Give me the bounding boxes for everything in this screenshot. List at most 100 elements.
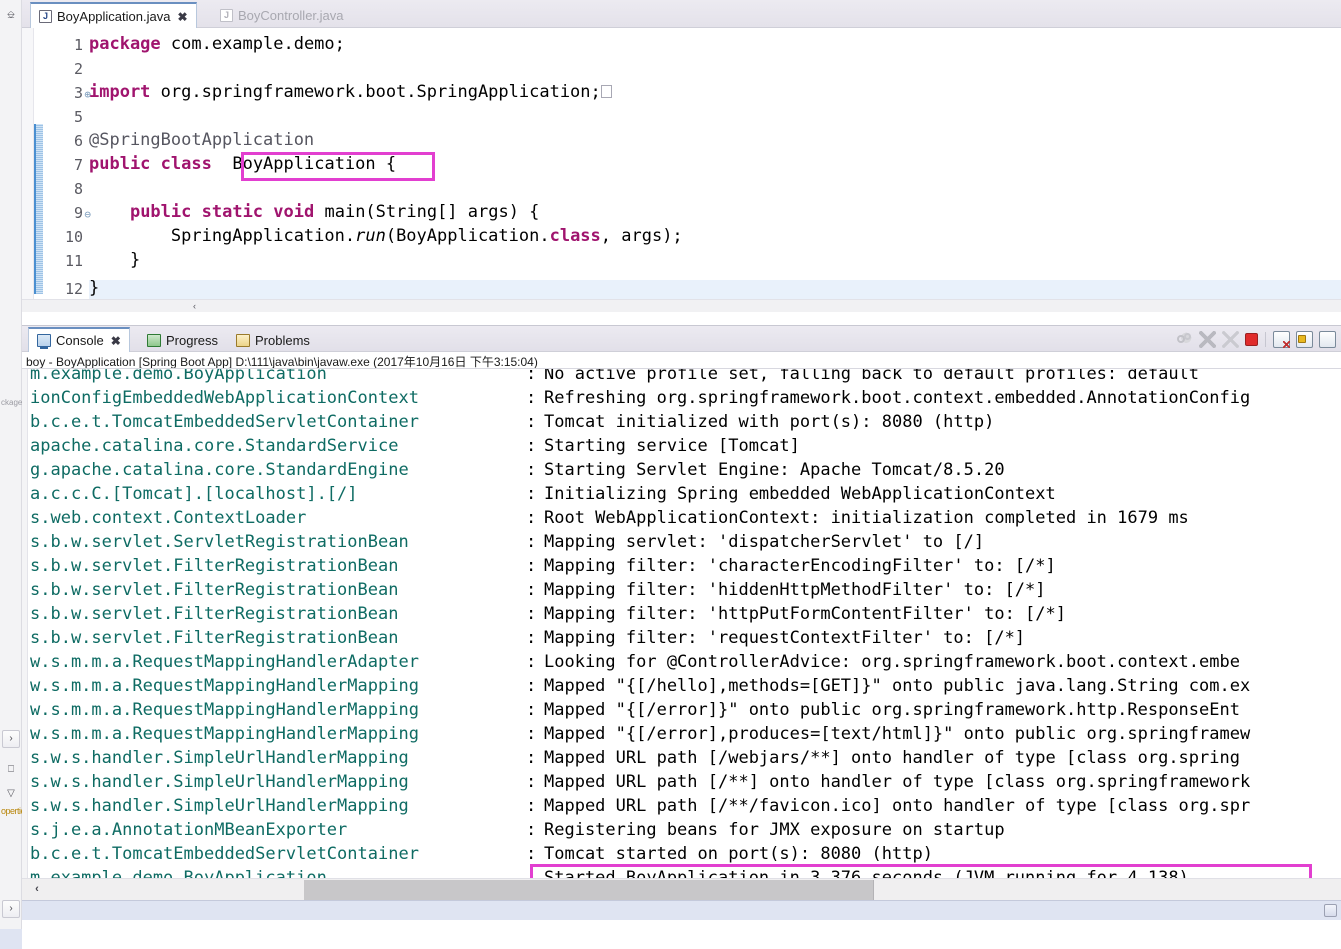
keyword-void: void (273, 202, 315, 222)
log-logger: g.apache.catalina.core.StandardEngine (30, 460, 409, 480)
close-icon[interactable]: ✖ (111, 334, 121, 348)
code-line-1-rest: com.example.demo; (160, 34, 345, 54)
remove-all-terminated-icon[interactable] (1222, 330, 1239, 348)
keyword-static: static (201, 202, 264, 222)
log-message: Starting service [Tomcat] (544, 436, 800, 456)
log-colon: : (526, 412, 537, 432)
scroll-lock-icon[interactable] (1296, 330, 1313, 348)
code-line-6: @SpringBootApplication (89, 130, 314, 150)
log-message: Mapped "{[/hello],methods=[GET]}" onto p… (544, 676, 1251, 696)
line-number: 10 (64, 228, 83, 246)
collapsed-imports-box-icon[interactable] (600, 85, 612, 98)
log-message: Mapping filter: 'httpPutFormContentFilte… (544, 604, 1066, 624)
log-colon: : (526, 820, 537, 840)
console-output[interactable]: m.example.demo.BoyApplication: No active … (22, 369, 1341, 920)
code-line-9: public static void main(String[] args) { (89, 202, 539, 222)
log-colon: : (526, 844, 537, 864)
close-icon[interactable]: ✖ (177, 10, 187, 24)
log-colon: : (526, 484, 537, 504)
editor-tab-boyapplication[interactable]: J BoyApplication.java ✖ (30, 2, 197, 29)
indent9 (89, 202, 130, 222)
terminate-icon[interactable] (1245, 332, 1258, 346)
log-message: Tomcat initialized with port(s): 8080 (h… (544, 412, 995, 432)
console-icon (37, 334, 51, 349)
terminate-and-relaunch-icon[interactable] (1176, 330, 1193, 348)
clear-console-icon[interactable] (1273, 330, 1290, 348)
remove-launch-icon[interactable] (1199, 330, 1216, 348)
log-colon: : (526, 796, 537, 816)
log-message: Mapped URL path [/**/favicon.ico] onto h… (544, 796, 1251, 816)
log-colon: : (526, 556, 537, 576)
annotation-springbootapplication: @SpringBootApplication (89, 130, 315, 150)
memory-indicator-icon[interactable] (1324, 904, 1337, 917)
keyword-package: package (89, 34, 161, 54)
log-colon: : (526, 460, 537, 480)
log-message: Mapping filter: 'requestContextFilter' t… (544, 628, 1026, 648)
keyword-class: class (160, 154, 212, 174)
code-line-10-a: SpringApplication. (89, 226, 356, 246)
tab-console[interactable]: Console ✖ (28, 327, 130, 352)
editor-tab-label: BoyApplication.java (57, 9, 171, 24)
line-number: 12 (64, 280, 83, 298)
editor-tab-bar: J BoyApplication.java ✖ J BoyController.… (22, 0, 1341, 29)
java-element-range-indicator (34, 124, 43, 294)
tab-problems[interactable]: Problems (228, 328, 318, 352)
line-number: 7 (73, 156, 83, 174)
log-logger: w.s.m.m.a.RequestMappingHandlerAdapter (30, 652, 419, 672)
console-hscroll-thumb[interactable] (304, 880, 874, 900)
code-line-9-rest: main(String[] args) { (314, 202, 540, 222)
tab-progress[interactable]: Progress (139, 328, 226, 352)
log-logger: s.b.w.servlet.FilterRegistrationBean (30, 604, 399, 624)
status-bar (22, 900, 1341, 920)
log-colon: : (526, 676, 537, 696)
console-part: Console ✖ Progress Problems boy - BoyApp… (22, 325, 1341, 949)
log-logger: b.c.e.t.TomcatEmbeddedServletContainer (30, 412, 419, 432)
log-message: Mapped URL path [/**] onto handler of ty… (544, 772, 1251, 792)
code-line-1: package com.example.demo; (89, 34, 345, 54)
scroll-left-icon[interactable]: ‹ (188, 300, 201, 312)
code-line-10-b: (BoyApplication. (385, 226, 550, 246)
restore-perspective-icon[interactable]: ⎒ (3, 8, 19, 24)
outline-view-icon[interactable]: ⎕ (3, 762, 19, 778)
expand-rail-button-bottom[interactable]: › (2, 900, 20, 918)
line-number: 8 (73, 180, 83, 198)
log-logger: s.w.s.handler.SimpleUrlHandlerMapping (30, 748, 409, 768)
minimize-icon[interactable]: ▽ (3, 786, 19, 802)
code-editor[interactable]: 1 2 3 5 6 7 8 9 10 11 12 ⊕ ⊖ package com… (22, 28, 1341, 312)
toolbar-separator (1265, 331, 1266, 347)
log-message: Mapped URL path [/webjars/**] onto handl… (544, 748, 1240, 768)
expand-rail-button-top[interactable]: › (2, 730, 20, 748)
console-horizontal-scrollbar[interactable]: ‹ (22, 878, 1341, 900)
keyword-public: public (129, 202, 192, 222)
space1 (150, 154, 160, 174)
log-message: Refreshing org.springframework.boot.cont… (544, 388, 1251, 408)
log-colon: : (526, 508, 537, 528)
log-logger: s.w.s.handler.SimpleUrlHandlerMapping (30, 796, 409, 816)
class-name-highlight-box (241, 152, 435, 181)
properties-rail-label[interactable]: operties (1, 806, 30, 816)
scroll-left-icon[interactable]: ‹ (28, 879, 46, 900)
log-logger: m.example.demo.BoyApplication (30, 369, 327, 384)
editor-tab-label: BoyController.java (238, 8, 344, 23)
log-logger: s.j.e.a.AnnotationMBeanExporter (30, 820, 348, 840)
code-line-10-c: , args); (600, 226, 683, 246)
log-message: No active profile set, falling back to d… (544, 369, 1200, 384)
pin-console-icon[interactable] (1319, 330, 1336, 348)
code-line-10: SpringApplication.run(BoyApplication.cla… (89, 226, 683, 246)
log-logger: s.b.w.servlet.FilterRegistrationBean (30, 580, 399, 600)
console-left-margin (22, 369, 28, 920)
tab-progress-label: Progress (166, 332, 219, 348)
log-message: Tomcat started on port(s): 8080 (http) (544, 844, 933, 864)
editor-horizontal-scrollbar[interactable]: ‹ (22, 299, 1341, 312)
editor-part: J BoyApplication.java ✖ J BoyController.… (22, 0, 1341, 325)
log-logger: ionConfigEmbeddedWebApplicationContext (30, 388, 419, 408)
log-colon: : (526, 652, 537, 672)
log-logger: a.c.c.C.[Tomcat].[localhost].[/] (30, 484, 358, 504)
console-toolbar (1173, 326, 1341, 352)
method-run: run (355, 226, 386, 246)
editor-marker-column[interactable] (22, 28, 34, 312)
left-rail: ⎒ ckage Explorer › ⎕ ▽ operties › (0, 0, 54, 949)
log-logger: w.s.m.m.a.RequestMappingHandlerMapping (30, 724, 419, 744)
editor-tab-boycontroller[interactable]: J BoyController.java (212, 3, 352, 28)
log-colon: : (526, 604, 537, 624)
